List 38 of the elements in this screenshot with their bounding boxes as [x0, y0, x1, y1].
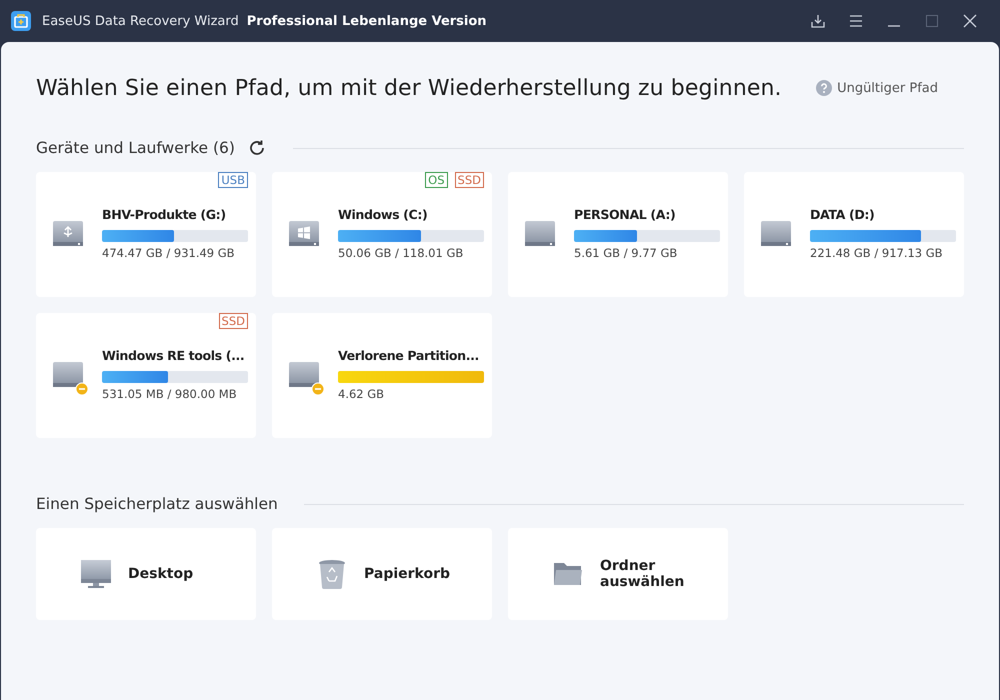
page-heading: Wählen Sie einen Pfad, um mit der Wiederherstellung zu beginnen. [36, 76, 783, 100]
drive-size: 50.06 GB / 118.01 GB [338, 246, 464, 260]
location-card[interactable]: Desktop [36, 528, 256, 620]
drive-tag: OS [425, 172, 448, 188]
drive-name: Windows RE tools (... [102, 347, 246, 365]
edition-label: Professional Lebenlange Version [246, 14, 487, 28]
drive-tag: SSD [454, 172, 484, 188]
drive-tag: USB [218, 172, 248, 188]
app-logo-icon [10, 10, 32, 32]
drive-name: BHV-Produkte (G:) [102, 206, 227, 224]
drive-tag: SSD [218, 313, 248, 329]
drive-size: 474.47 GB / 931.49 GB [102, 246, 236, 260]
drive-card[interactable]: SSD Windows RE tools (... 531.05 MB / 980.00 MB [36, 313, 256, 438]
section-title: Einen Speicherplatz auswählen [36, 495, 278, 513]
drive-name: Windows (C:) [338, 206, 428, 224]
trash-icon [316, 559, 348, 589]
drive-card[interactable]: Verlorene Partition... 4.62 GB [272, 313, 492, 438]
location-label: Papierkorb [364, 566, 452, 582]
drive-name: DATA (D:) [810, 206, 876, 224]
location-card[interactable]: Papierkorb [272, 528, 492, 620]
drive-name: PERSONAL (A:) [574, 206, 676, 224]
drive-size: 531.05 MB / 980.00 MB [102, 387, 238, 401]
location-label: Desktop [128, 566, 194, 582]
drive-size: 5.61 GB / 9.77 GB [574, 246, 678, 260]
desktop-icon [80, 559, 112, 589]
location-card[interactable]: Ordner auswählen [508, 528, 728, 620]
section-title: Geräte und Laufwerke (6) [36, 139, 235, 157]
app-name: EaseUS Data Recovery Wizard [42, 14, 239, 28]
drive-size: 4.62 GB [338, 387, 386, 401]
drive-size: 221.48 GB / 917.13 GB [810, 246, 944, 260]
drive-name: Verlorene Partition... [338, 347, 480, 365]
drive-card[interactable]: OS SSD Windows (C:) 50.06 GB / 118.01 GB [272, 172, 492, 297]
drive-card[interactable]: USB BHV-Produkte (G:) 474.47 GB / 931.49 GB [36, 172, 256, 297]
location-label: Ordner auswählen [600, 558, 686, 590]
folder-icon [552, 561, 584, 587]
drive-card[interactable]: PERSONAL (A:) 5.61 GB / 9.77 GB [508, 172, 728, 297]
drive-card[interactable]: DATA (D:) 221.48 GB / 917.13 GB [744, 172, 964, 297]
help-link[interactable]: Ungültiger Pfad [837, 80, 938, 96]
